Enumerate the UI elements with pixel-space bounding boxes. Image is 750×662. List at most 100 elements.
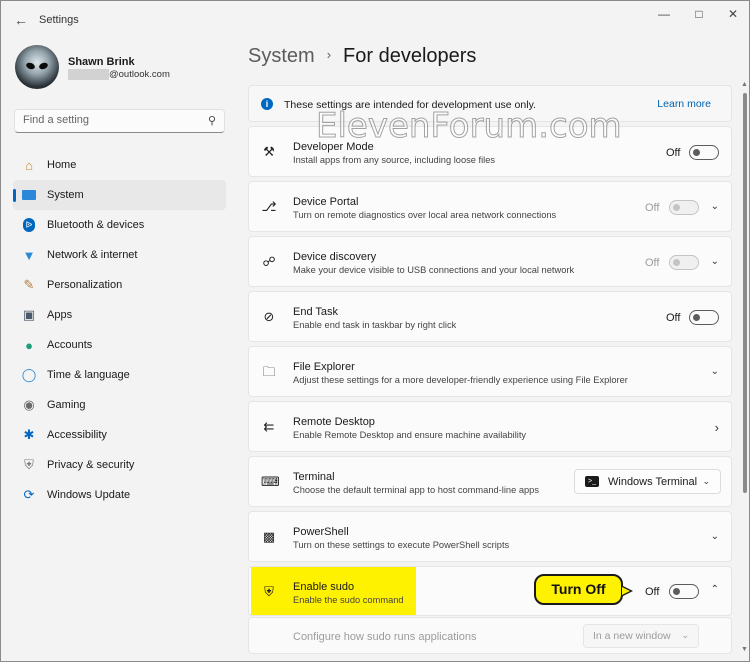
toggle-state: Off [645,202,660,214]
chevron-right-icon[interactable]: › [715,420,719,435]
setting-title: PowerShell [293,526,349,538]
dropdown-value: In a new window [593,630,671,642]
device-discovery-toggle[interactable] [669,255,699,270]
enable-sudo-toggle[interactable] [669,584,699,599]
setting-description: Enable the sudo command [293,595,404,605]
account-icon: ● [25,337,33,353]
device-discovery-icon: ☍ [262,254,276,269]
toggle-state: Off [645,586,660,598]
setting-device-discovery[interactable]: ☍ Device discovery Make your device visi… [248,236,732,287]
setting-description: Turn on remote diagnostics over local ar… [293,210,557,220]
sidebar-item-gaming[interactable]: ◉ Gaming [13,390,226,420]
avatar-eye [38,61,49,71]
chevron-down-icon[interactable]: ⌄ [711,201,719,212]
scrollbar[interactable] [743,93,747,493]
accessibility-icon: ✱ [23,427,35,442]
tools-icon: ⚒ [263,144,275,159]
sidebar-item-time-language[interactable]: ◯ Time & language [13,360,226,390]
toggle-state: Off [645,257,660,269]
turn-off-callout: Turn Off [534,574,633,605]
shield-icon: ⛨ [264,584,274,599]
avatar-eye [25,61,36,71]
sudo-mode-setting: Configure how sudo runs applications In … [248,617,732,654]
learn-more-link[interactable]: Learn more [657,98,711,110]
setting-powershell[interactable]: ▩ PowerShell Turn on these settings to e… [248,511,732,562]
setting-remote-desktop[interactable]: ⇇ Remote Desktop Enable Remote Desktop a… [248,401,732,452]
developer-mode-toggle[interactable] [689,145,719,160]
sidebar-item-label: Accessibility [47,429,107,441]
sidebar-item-home[interactable]: ⌂ Home [13,150,226,180]
sidebar-item-windows-update[interactable]: ⟳ Windows Update [13,480,226,510]
dropdown-value: Windows Terminal [608,476,698,488]
chevron-down-icon[interactable]: ⌄ [711,366,719,377]
system-icon [21,187,37,203]
setting-enable-sudo[interactable]: ⛨ Enable sudo Enable the sudo command Tu… [248,566,732,616]
user-name: Shawn Brink [68,56,135,68]
setting-developer-mode: ⚒ Developer Mode Install apps from any s… [248,126,732,177]
sidebar-item-label: Gaming [47,399,86,411]
back-arrow-icon[interactable]: ← [11,10,31,30]
sidebar-item-label: Personalization [47,279,123,291]
terminal-dropdown[interactable]: >_ Windows Terminal ⌄ [574,469,721,494]
sidebar-item-bluetooth[interactable]: ᐉ Bluetooth & devices [13,210,226,240]
title-bar: ← Settings — □ ✕ [1,1,749,39]
maximize-icon[interactable]: □ [684,7,714,21]
terminal-icon: ⌨ [261,474,280,489]
shield-icon: ⛨ [24,457,34,472]
chevron-down-icon[interactable]: ⌄ [711,531,719,542]
setting-title: Developer Mode [293,141,374,153]
powershell-icon: ▩ [262,529,276,544]
setting-end-task: ⊘ End Task Enable end task in taskbar by… [248,291,732,342]
sidebar-item-label: Accounts [47,339,93,351]
scroll-up-arrow-icon[interactable]: ▲ [741,81,748,88]
info-banner: i These settings are intended for develo… [248,85,732,122]
home-icon: ⌂ [25,157,33,173]
search-input[interactable] [23,114,193,126]
chevron-down-icon: ⌄ [702,476,710,486]
minimize-icon[interactable]: — [649,7,679,21]
search-icon[interactable]: ⚲ [208,114,216,127]
device-portal-toggle[interactable] [669,200,699,215]
setting-title: Remote Desktop [293,416,375,428]
sidebar-item-label: Network & internet [47,249,138,261]
sudo-mode-dropdown[interactable]: In a new window ⌄ [583,624,699,648]
globe-icon: ◯ [21,367,37,382]
sidebar-item-system[interactable]: System [13,180,226,210]
settings-window: ← Settings — □ ✕ Shawn Brink @outlook.co… [0,0,750,662]
setting-title: File Explorer [293,361,355,373]
page-title: For developers [343,45,477,67]
gamepad-icon: ◉ [23,397,35,412]
chevron-down-icon: ⌄ [681,630,689,640]
sidebar-item-label: Bluetooth & devices [47,219,145,231]
setting-device-portal[interactable]: ⎇ Device Portal Turn on remote diagnosti… [248,181,732,232]
wifi-icon: ▼ [22,247,36,263]
end-task-toggle[interactable] [689,310,719,325]
sidebar-item-apps[interactable]: ▣ Apps [13,300,226,330]
chevron-down-icon[interactable]: ⌄ [711,256,719,267]
callout-text: Turn Off [551,581,606,597]
sidebar-item-label: Privacy & security [47,459,135,471]
setting-file-explorer[interactable]: 🗀 File Explorer Adjust these settings fo… [248,346,732,397]
email-redaction [68,69,109,80]
end-task-icon: ⊘ [263,309,275,324]
scroll-down-arrow-icon[interactable]: ▼ [741,646,748,653]
breadcrumb-parent[interactable]: System [248,45,315,67]
search-box[interactable]: ⚲ [14,109,225,133]
sudo-mode-label: Configure how sudo runs applications [293,631,477,643]
setting-title: Enable sudo [293,581,355,593]
avatar[interactable] [15,45,59,89]
sidebar-item-personalization[interactable]: ✎ Personalization [13,270,226,300]
remote-desktop-icon: ⇇ [263,419,275,434]
setting-terminal: ⌨ Terminal Choose the default terminal a… [248,456,732,507]
sidebar-item-accounts[interactable]: ● Accounts [13,330,226,360]
user-email: @outlook.com [109,69,170,80]
setting-description: Make your device visible to USB connecti… [293,265,575,275]
sidebar-item-privacy[interactable]: ⛨ Privacy & security [13,450,226,480]
setting-title: Device discovery [293,251,377,263]
close-icon[interactable]: ✕ [718,7,748,21]
chevron-up-icon[interactable]: ⌃ [711,584,719,595]
toggle-state: Off [666,312,681,324]
sidebar-item-label: Time & language [47,369,130,381]
sidebar-item-accessibility[interactable]: ✱ Accessibility [13,420,226,450]
sidebar-item-network[interactable]: ▼ Network & internet [13,240,226,270]
